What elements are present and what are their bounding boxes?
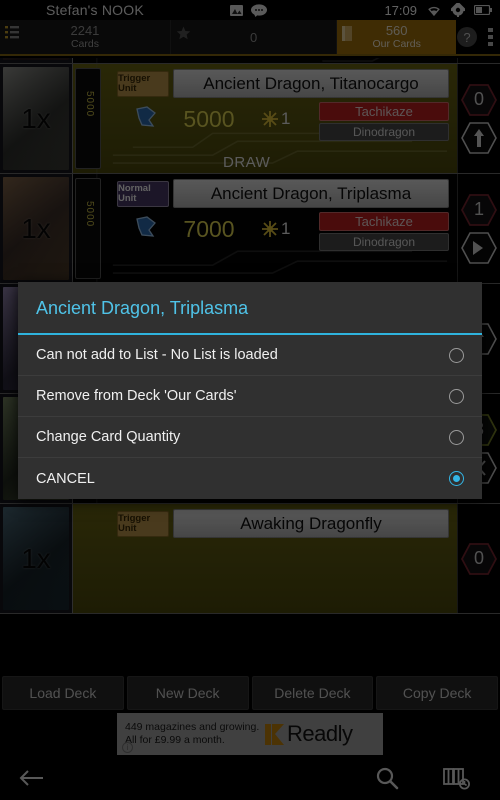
radio-button[interactable] [449,347,464,363]
dialog-option-cancel[interactable]: CANCEL [18,458,482,499]
dialog-option-label: Change Card Quantity [36,429,181,445]
radio-button[interactable] [449,471,464,486]
dialog-option-label: Remove from Deck 'Our Cards' [36,388,237,404]
dialog-option-label: Can not add to List - No List is loaded [36,347,278,363]
dialog-option-add-to-list[interactable]: Can not add to List - No List is loaded [18,335,482,376]
dialog-option-remove-from-deck[interactable]: Remove from Deck 'Our Cards' [18,376,482,417]
dialog-title: Ancient Dragon, Triplasma [18,282,482,335]
radio-button[interactable] [449,388,464,404]
dialog-option-change-quantity[interactable]: Change Card Quantity [18,417,482,458]
card-action-dialog: Ancient Dragon, Triplasma Can not add to… [18,282,482,499]
radio-button[interactable] [449,429,464,445]
dialog-option-label: CANCEL [36,470,95,487]
